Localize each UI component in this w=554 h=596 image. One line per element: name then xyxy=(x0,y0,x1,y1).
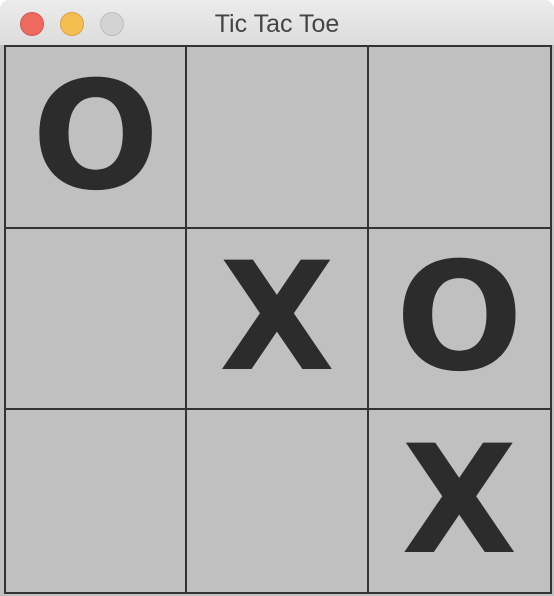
cell-mark: O xyxy=(395,231,524,406)
board-cell-6[interactable]: O xyxy=(368,228,550,411)
board-cell-8[interactable] xyxy=(187,410,369,592)
game-board: O X O X xyxy=(4,45,552,594)
board-cell-2[interactable] xyxy=(187,47,369,229)
board-cell-5[interactable]: X xyxy=(187,228,369,411)
window-title: Tic Tac Toe xyxy=(214,10,340,38)
title-bar[interactable]: Tic Tac Toe xyxy=(0,0,554,46)
board-cell-7[interactable] xyxy=(6,410,188,592)
board-cell-3[interactable] xyxy=(368,47,550,229)
board-cell-9[interactable]: X xyxy=(368,410,550,592)
board-cell-1[interactable]: O xyxy=(6,47,188,229)
app-window: Tic Tac Toe O X O X xyxy=(0,0,554,596)
cell-mark: O xyxy=(31,49,160,224)
board-cell-4[interactable] xyxy=(6,228,188,411)
cell-mark: X xyxy=(219,231,335,406)
cell-mark: X xyxy=(401,414,518,589)
